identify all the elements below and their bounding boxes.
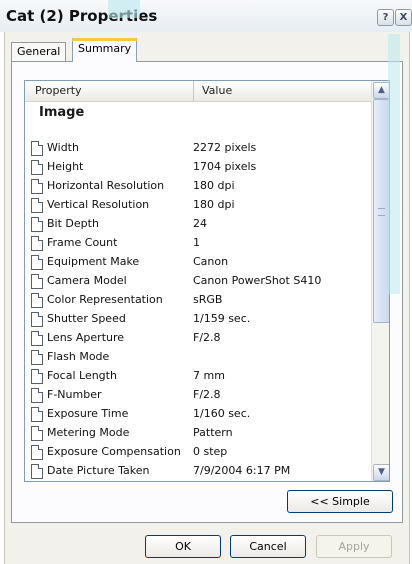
property-row[interactable]: Metering Mode Pattern [25, 424, 371, 443]
document-icon [31, 198, 43, 213]
property-row[interactable]: Horizontal Resolution 180 dpi [25, 177, 371, 196]
help-button[interactable]: ? [377, 9, 394, 26]
vertical-scrollbar[interactable]: ▲ ▼ [371, 81, 389, 481]
property-value: 7 mm [193, 369, 225, 382]
cancel-button[interactable]: Cancel [230, 535, 306, 558]
document-icon [31, 369, 43, 384]
property-value: 180 dpi [193, 179, 235, 192]
document-icon [31, 293, 43, 308]
simple-button[interactable]: << Simple [287, 490, 393, 513]
property-name: Focal Length [47, 369, 117, 382]
property-value: F/2.8 [193, 388, 221, 401]
column-header-value[interactable]: Value [194, 81, 372, 101]
property-row[interactable]: Color Representation sRGB [25, 291, 371, 310]
property-row[interactable]: Equipment Make Canon [25, 253, 371, 272]
property-row[interactable]: Frame Count 1 [25, 234, 371, 253]
property-value: 1/160 sec. [193, 407, 251, 420]
tab-general[interactable]: General [11, 42, 67, 61]
property-name: Bit Depth [47, 217, 99, 230]
glass-streak [108, 0, 140, 18]
document-icon [31, 426, 43, 441]
property-name: Flash Mode [47, 350, 110, 363]
property-value: 1 [193, 236, 200, 249]
property-row[interactable]: Flash Mode [25, 348, 371, 367]
property-row[interactable]: Shutter Speed 1/159 sec. [25, 310, 371, 329]
document-icon [31, 331, 43, 346]
property-value: Canon [193, 255, 229, 268]
property-row[interactable]: Vertical Resolution 180 dpi [25, 196, 371, 215]
property-name: Equipment Make [47, 255, 140, 268]
property-name: Exposure Compensation [47, 445, 181, 458]
column-header-property[interactable]: Property [25, 81, 194, 101]
property-name: Color Representation [47, 293, 163, 306]
property-name: Frame Count [47, 236, 118, 249]
property-value: 2272 pixels [193, 141, 257, 154]
property-row[interactable]: Exposure Time 1/160 sec. [25, 405, 371, 424]
title-bar[interactable]: Cat (2) Properties ? X [0, 0, 412, 32]
property-value: 1704 pixels [193, 160, 257, 173]
document-icon [31, 179, 43, 194]
property-name: F-Number [47, 388, 102, 401]
document-icon [31, 388, 43, 403]
property-rows: Width 2272 pixels Height 1704 pixels Horizon… [25, 139, 371, 481]
property-name: Height [47, 160, 84, 173]
property-name: Horizontal Resolution [47, 179, 165, 192]
document-icon [31, 407, 43, 422]
property-row[interactable]: Height 1704 pixels [25, 158, 371, 177]
list-header: Property Value [25, 81, 371, 102]
property-list[interactable]: Property Value Image Width 2272 pixels Hei… [24, 80, 390, 482]
property-name: Vertical Resolution [47, 198, 150, 211]
property-value: Canon PowerShot S410 [193, 274, 322, 287]
glass-streak [388, 34, 400, 294]
document-icon [31, 236, 43, 251]
grip-icon [378, 208, 385, 216]
property-row[interactable]: Date Picture Taken 7/9/2004 6:17 PM [25, 462, 371, 481]
property-name: Date Picture Taken [47, 464, 150, 477]
document-icon [31, 160, 43, 175]
property-row[interactable]: Focal Length 7 mm [25, 367, 371, 386]
tab-summary[interactable]: Summary [72, 38, 138, 62]
property-value: 24 [193, 217, 207, 230]
property-value: sRGB [193, 293, 223, 306]
property-row[interactable]: Camera Model Canon PowerShot S410 [25, 272, 371, 291]
apply-button[interactable]: Apply [316, 535, 392, 558]
property-row[interactable]: Width 2272 pixels [25, 139, 371, 158]
property-name: Metering Mode [47, 426, 130, 439]
property-row[interactable]: Bit Depth 24 [25, 215, 371, 234]
property-value: 7/9/2004 6:17 PM [193, 464, 291, 477]
property-name: Width [47, 141, 79, 154]
ok-button[interactable]: OK [145, 535, 221, 558]
property-row[interactable]: Exposure Compensation 0 step [25, 443, 371, 462]
document-icon [31, 141, 43, 156]
property-name: Shutter Speed [47, 312, 126, 325]
property-name: Camera Model [47, 274, 127, 287]
document-icon [31, 464, 43, 479]
document-icon [31, 445, 43, 460]
property-value: 1/159 sec. [193, 312, 251, 325]
document-icon [31, 350, 43, 365]
document-icon [31, 274, 43, 289]
property-name: Lens Aperture [47, 331, 125, 344]
document-icon [31, 312, 43, 327]
property-value: 180 dpi [193, 198, 235, 211]
close-button[interactable]: X [395, 9, 412, 26]
property-value: 0 step [193, 445, 228, 458]
document-icon [31, 217, 43, 232]
document-icon [31, 255, 43, 270]
group-header-image: Image [39, 105, 85, 120]
scroll-down-button[interactable]: ▼ [373, 464, 389, 481]
property-row[interactable]: F-Number F/2.8 [25, 386, 371, 405]
property-value: F/2.8 [193, 331, 221, 344]
property-name: Exposure Time [47, 407, 129, 420]
property-value: Pattern [193, 426, 233, 439]
property-row[interactable]: Lens Aperture F/2.8 [25, 329, 371, 348]
